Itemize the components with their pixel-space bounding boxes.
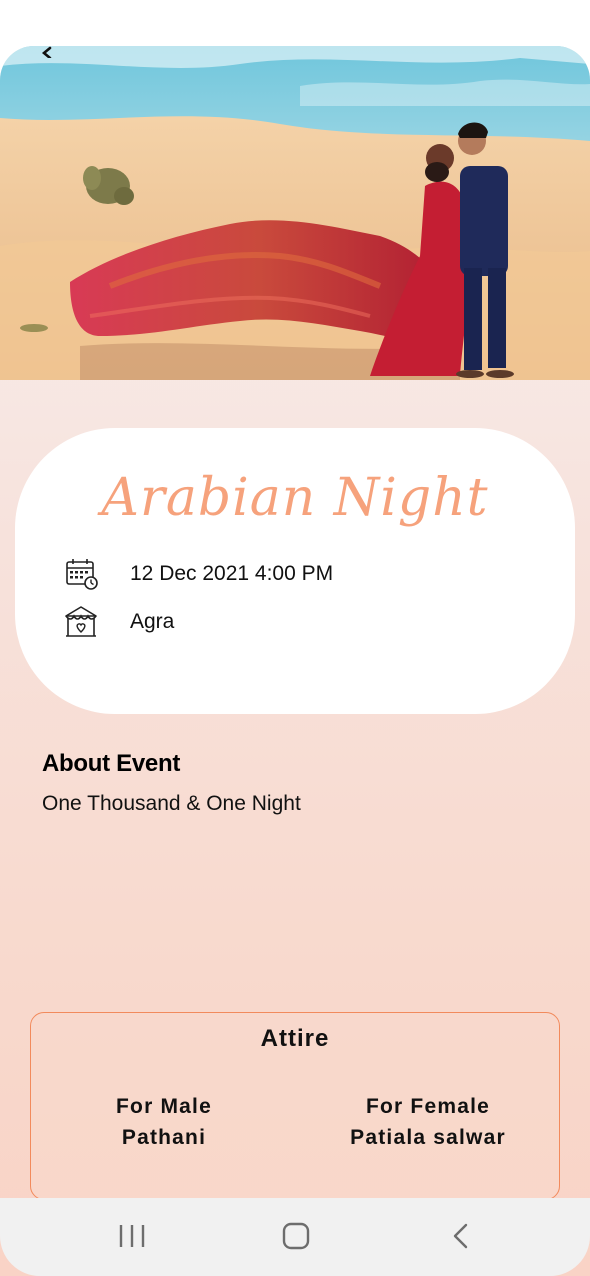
event-title: Arabian Night — [101, 468, 489, 528]
attire-male-value: Pathani — [121, 1126, 207, 1149]
recents-icon[interactable] — [112, 1220, 152, 1252]
calendar-clock-icon — [63, 556, 99, 592]
about-event-heading: About Event — [42, 750, 181, 777]
attire-female-value: Patiala salwar — [350, 1126, 506, 1149]
event-summary-card: Arabian Night 12 Dec 2021 4:00 PM Agra — [15, 428, 575, 714]
about-event-text: One Thousand & One Night — [42, 792, 301, 815]
system-navigation-bar — [0, 1198, 590, 1276]
venue-tent-icon — [63, 604, 99, 640]
event-location: Agra — [130, 610, 175, 633]
attire-female: For Female Patiala salwar — [333, 1091, 523, 1153]
back-arrow-icon[interactable] — [34, 36, 56, 60]
event-date-time: 12 Dec 2021 4:00 PM — [130, 562, 334, 585]
app-window: Arabian Night 12 Dec 2021 4:00 PM Agra A… — [0, 0, 590, 1276]
attire-male: For Male Pathani — [74, 1091, 254, 1153]
back-chevron-icon[interactable] — [442, 1220, 482, 1252]
event-cover-image — [0, 46, 590, 380]
event-location-row: Agra — [63, 604, 174, 640]
attire-card: Attire For Male Pathani For Female Patia… — [30, 1012, 560, 1200]
attire-title: Attire — [260, 1025, 330, 1052]
home-icon[interactable] — [276, 1220, 316, 1252]
attire-male-label: For Male — [116, 1095, 212, 1118]
event-date-row: 12 Dec 2021 4:00 PM — [63, 556, 333, 592]
attire-female-label: For Female — [365, 1095, 491, 1118]
event-detail-screen: Arabian Night 12 Dec 2021 4:00 PM Agra A… — [0, 46, 590, 1276]
